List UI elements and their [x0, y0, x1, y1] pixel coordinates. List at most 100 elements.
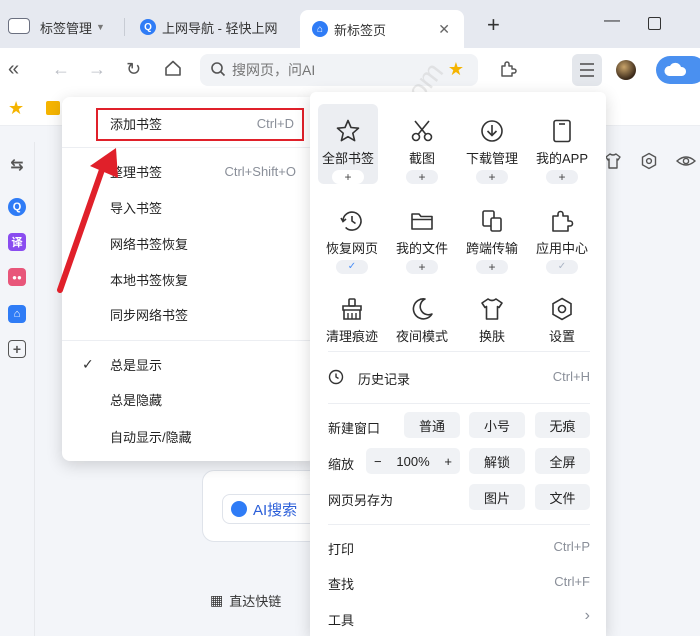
refresh-icon[interactable]: ↻ — [126, 58, 141, 80]
zoom-unlock-button[interactable]: 解锁 — [469, 448, 525, 474]
eye-icon[interactable] — [675, 152, 697, 175]
hexagon-icon[interactable] — [640, 152, 658, 175]
collapse-sidebar-icon[interactable]: « — [8, 58, 19, 80]
chevron-right-icon: › — [584, 607, 590, 624]
shirt-icon[interactable] — [604, 152, 622, 175]
translate-icon[interactable]: 译 — [8, 233, 26, 251]
tab-navigation[interactable]: Q 上网导航 - 轻快上网 — [140, 10, 300, 44]
tile-downloads[interactable]: 下载管理 + — [462, 104, 522, 184]
new-tab-button[interactable]: + — [487, 12, 500, 38]
tile-skin[interactable]: 换肤 — [462, 282, 522, 362]
puzzle-icon — [552, 210, 574, 232]
q-app-icon[interactable]: Q — [8, 198, 26, 216]
history-icon — [340, 211, 362, 231]
tab-new-tab[interactable]: ⌂ 新标签页 ✕ — [300, 10, 464, 48]
search-input[interactable] — [232, 60, 432, 80]
forward-icon[interactable]: → — [88, 58, 106, 80]
annotation-arrow-icon — [57, 148, 118, 293]
back-icon[interactable]: ← — [52, 58, 70, 80]
save-as-image-button[interactable]: 图片 — [469, 484, 525, 510]
tools-item[interactable]: 工具 › — [328, 604, 590, 632]
tab-strip: 标签管理 ▼ Q 上网导航 - 轻快上网 ⌂ 新标签页 ✕ + — — [0, 0, 700, 48]
ai-logo-icon — [231, 501, 247, 517]
tile-clear-traces[interactable]: 清理痕迹 — [322, 282, 382, 362]
address-bar[interactable]: ★ — [200, 54, 478, 86]
ai-search-label: AI搜索 — [253, 501, 298, 519]
add-badge[interactable]: + — [332, 170, 364, 184]
new-window-normal-button[interactable]: 普通 — [404, 412, 460, 438]
display-option-always-show[interactable]: ✓ 总是显示 — [62, 349, 316, 379]
history-item[interactable]: 历史记录 Ctrl+H — [328, 363, 590, 391]
home-app-icon[interactable]: ⌂ — [8, 305, 26, 323]
check-badge[interactable]: ✓ — [546, 260, 578, 274]
checkmark-icon: ✓ — [82, 355, 94, 372]
save-as-file-button[interactable]: 文件 — [535, 484, 590, 510]
find-item[interactable]: 查找 Ctrl+F — [328, 568, 590, 596]
add-app-icon[interactable]: + — [8, 340, 26, 358]
divider — [62, 340, 316, 341]
new-window-small-button[interactable]: 小号 — [469, 412, 525, 438]
transfer-icon — [482, 210, 502, 232]
display-option-always-hide[interactable]: 总是隐藏 — [62, 384, 316, 414]
add-badge[interactable]: + — [546, 170, 578, 184]
toolbar: « ← → ↻ ★ — [0, 48, 700, 92]
cloud-sync-button[interactable] — [656, 56, 700, 84]
zoom-control: − 100% + — [366, 448, 460, 474]
tab-manager-icon[interactable] — [8, 18, 30, 34]
add-badge[interactable]: + — [406, 170, 438, 184]
bookmark-star-icon[interactable]: ★ — [448, 59, 464, 80]
fullscreen-button[interactable]: 全屏 — [535, 448, 590, 474]
tile-cross-transfer[interactable]: 跨端传输 + — [462, 194, 522, 274]
tab-title: 新标签页 — [334, 22, 387, 38]
tab-separator — [124, 18, 125, 36]
scissors-icon — [411, 120, 433, 142]
clock-icon — [328, 369, 344, 385]
check-badge[interactable]: ✓ — [336, 260, 368, 274]
extensions-icon[interactable] — [498, 59, 518, 84]
save-as-row: 网页另存为 图片 文件 — [328, 484, 590, 512]
print-item[interactable]: 打印 Ctrl+P — [328, 533, 590, 561]
star-icon — [336, 119, 360, 142]
minimize-icon[interactable]: — — [604, 12, 620, 30]
new-window-incognito-button[interactable]: 无痕 — [535, 412, 590, 438]
tile-screenshot[interactable]: 截图 + — [392, 104, 452, 184]
add-badge[interactable]: + — [406, 260, 438, 274]
tile-my-app[interactable]: 我的APP + — [532, 104, 592, 184]
zoom-row: 缩放 − 100% + 解锁 全屏 — [328, 448, 590, 476]
quick-links-label: 直达快链 — [229, 594, 282, 609]
tab-bookmark-manager[interactable]: 标签管理 ▼ — [40, 10, 120, 44]
home-logo-icon: ⌂ — [312, 21, 328, 37]
quick-links-button[interactable]: ▦ 直达快链 — [210, 591, 281, 610]
tile-settings[interactable]: 设置 — [532, 282, 592, 362]
zoom-in-button[interactable]: + — [444, 454, 452, 469]
tile-all-bookmarks[interactable]: 全部书签 + — [318, 104, 378, 184]
video-app-icon[interactable]: ●● — [8, 268, 26, 286]
tab-dropdown-icon[interactable]: ▼ — [96, 22, 105, 32]
bookmark-item-icon[interactable] — [46, 101, 60, 115]
main-menu-button[interactable] — [572, 54, 602, 86]
home-icon[interactable] — [164, 59, 182, 82]
tile-app-center[interactable]: 应用中心 ✓ — [532, 194, 592, 274]
zoom-out-button[interactable]: − — [374, 454, 382, 469]
main-menu-panel: 全部书签 + 截图 + 下载管理 + 我的APP + 恢复网页 ✓ 我的文件 +… — [310, 92, 606, 636]
shirt-icon — [481, 298, 503, 320]
divider — [328, 351, 590, 352]
tile-my-files[interactable]: 我的文件 + — [392, 194, 452, 274]
broom-icon — [342, 298, 362, 320]
display-option-auto[interactable]: 自动显示/隐藏 — [62, 421, 316, 451]
add-badge[interactable]: + — [476, 170, 508, 184]
avatar[interactable] — [616, 60, 636, 80]
tile-restore-pages[interactable]: 恢复网页 ✓ — [322, 194, 382, 274]
switch-icon[interactable]: ⇆ — [8, 156, 26, 174]
divider — [328, 524, 590, 525]
add-badge[interactable]: + — [476, 260, 508, 274]
app-icon — [553, 119, 571, 143]
bookmarks-star-icon[interactable]: ★ — [8, 98, 24, 119]
settings-icon — [552, 297, 572, 321]
download-icon — [481, 120, 503, 142]
tile-night-mode[interactable]: 夜间模式 — [392, 282, 452, 362]
search-icon — [210, 61, 226, 80]
bookmark-menu-item[interactable]: 同步网络书签 — [62, 299, 316, 329]
close-icon[interactable]: ✕ — [438, 21, 450, 38]
maximize-icon[interactable] — [648, 17, 661, 30]
